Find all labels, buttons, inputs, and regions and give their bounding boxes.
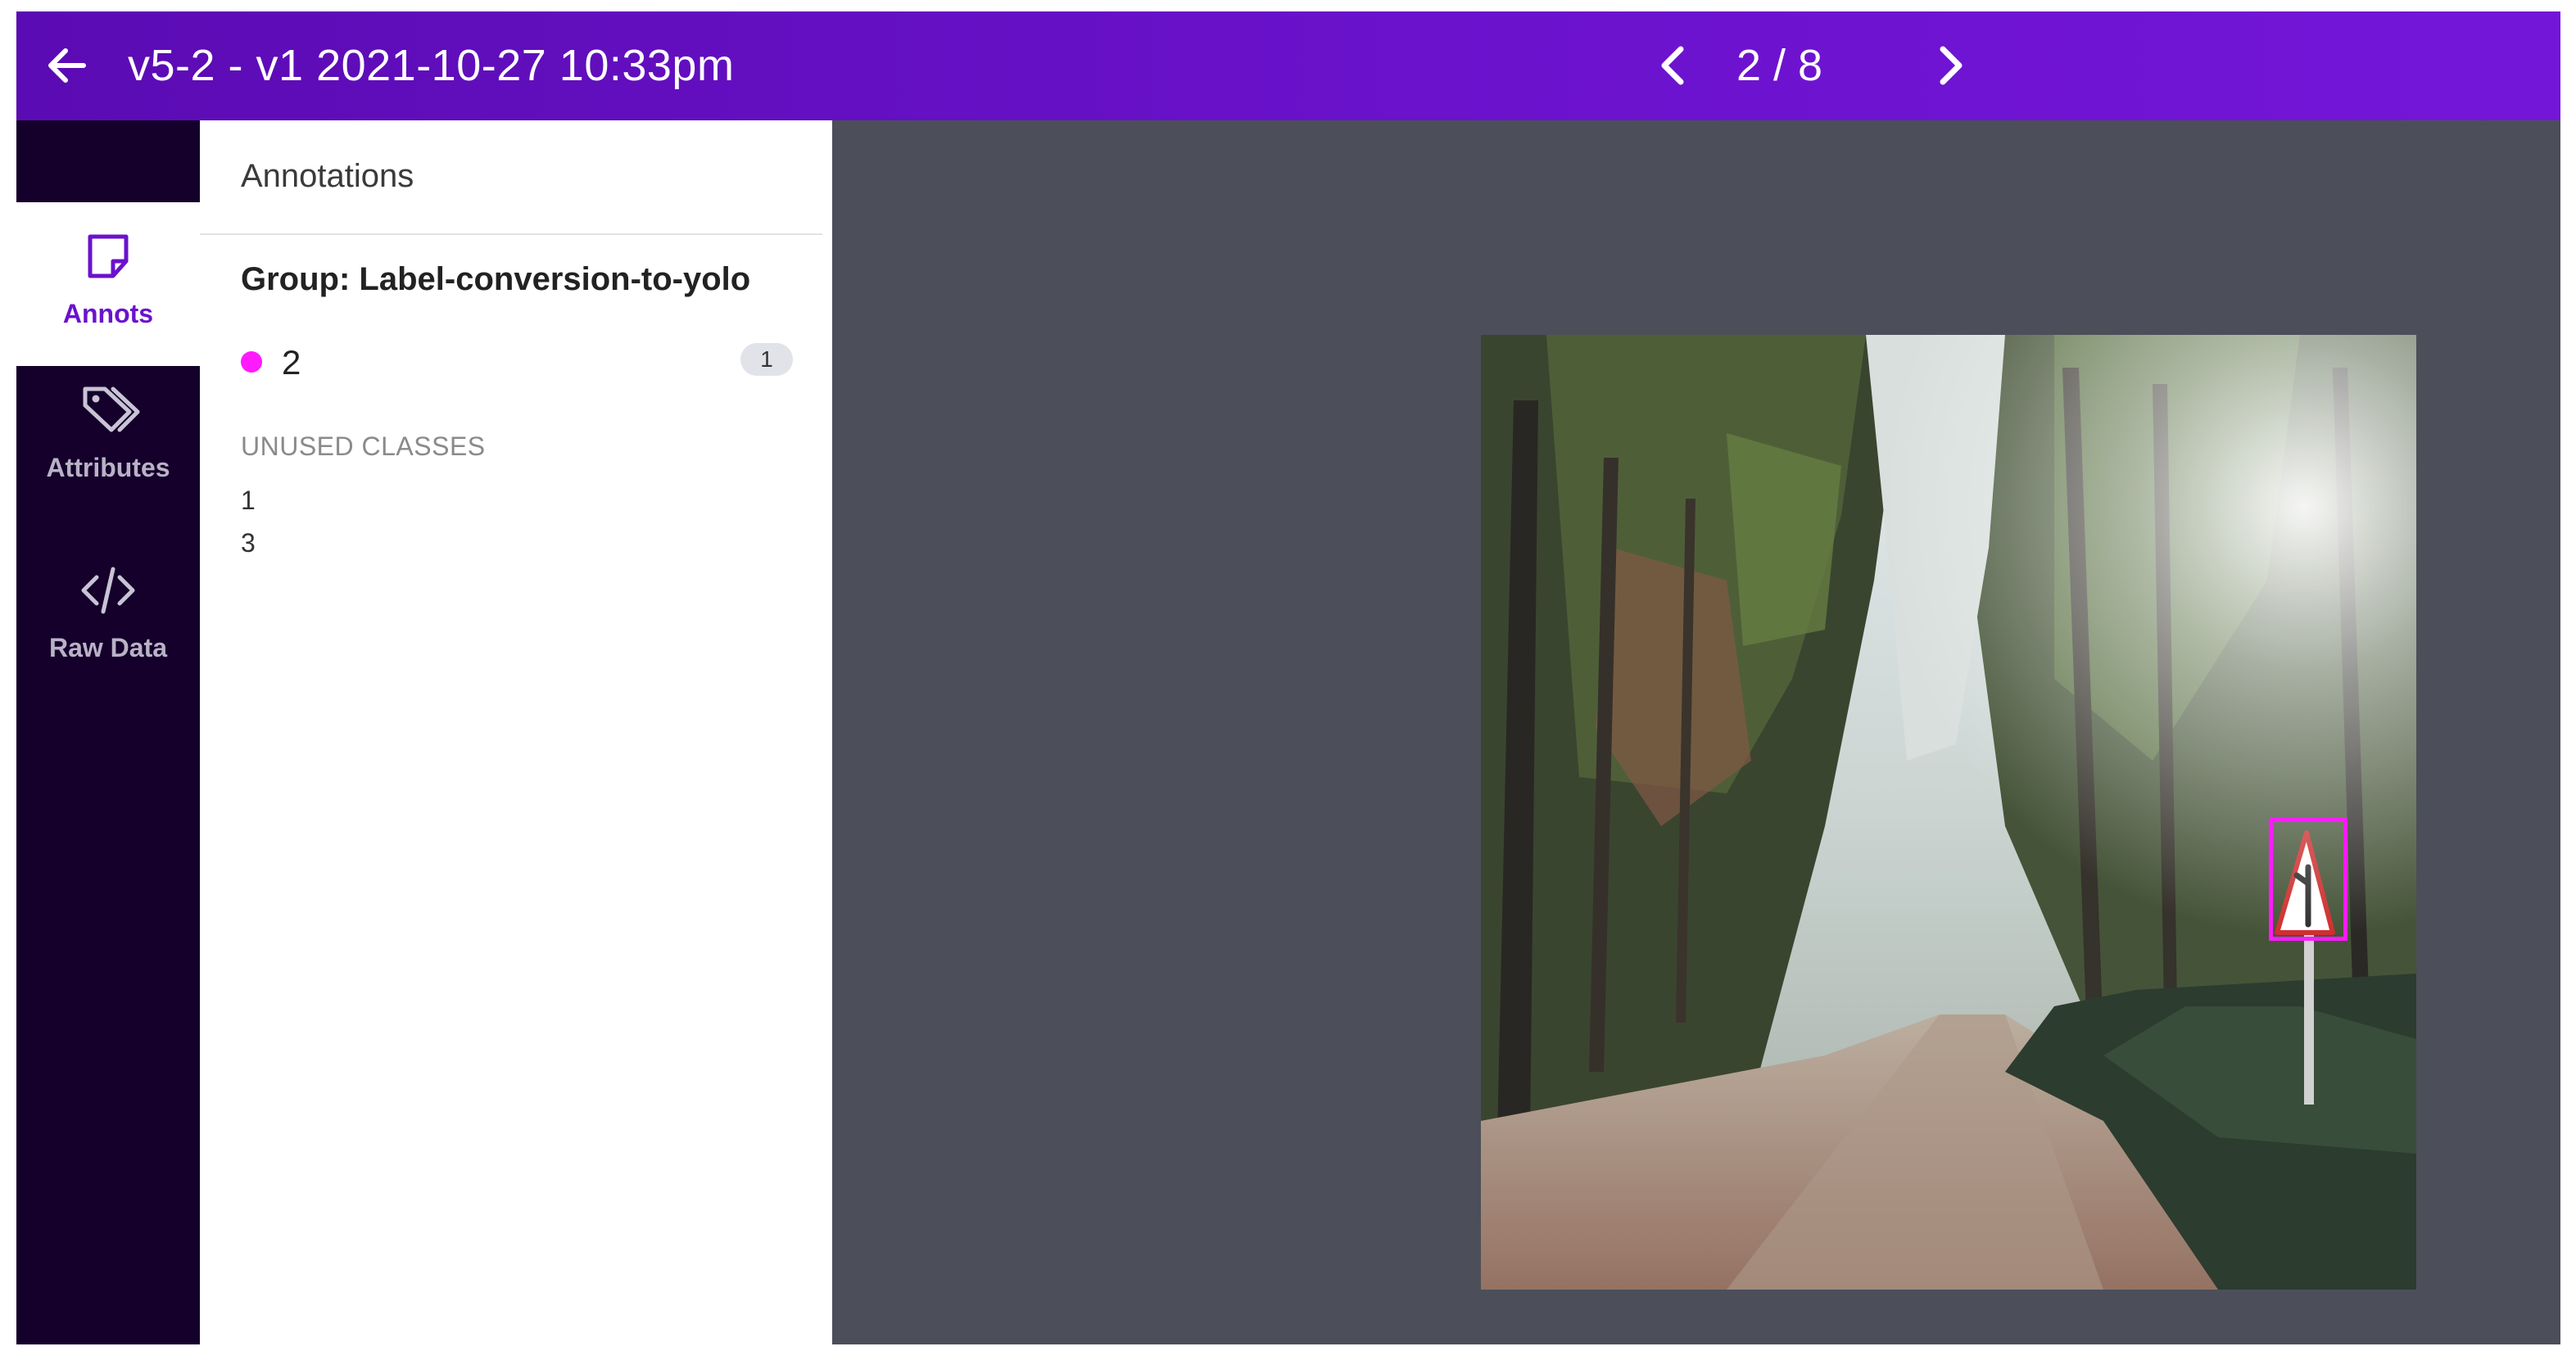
panel-header: Annotations bbox=[200, 120, 822, 235]
top-bar: v5-2 - v1 2021-10-27 10:33pm 2 / 8 bbox=[16, 11, 2560, 120]
rail-item-annots[interactable]: Annots bbox=[16, 202, 200, 366]
street-photo bbox=[1481, 335, 2416, 1290]
unused-classes-heading: UNUSED CLASSES bbox=[241, 431, 486, 461]
app-window: v5-2 - v1 2021-10-27 10:33pm 2 / 8 Annot… bbox=[16, 11, 2560, 1344]
unused-class-item[interactable]: 1 bbox=[241, 486, 256, 516]
annotated-image[interactable] bbox=[1481, 335, 2416, 1290]
rail-item-raw-data[interactable]: Raw Data bbox=[16, 554, 200, 718]
page-title: v5-2 - v1 2021-10-27 10:33pm bbox=[128, 41, 735, 90]
annotations-panel: Annotations Group: Label-conversion-to-y… bbox=[200, 120, 832, 1344]
sticky-note-icon bbox=[80, 228, 136, 284]
image-viewer bbox=[832, 120, 2560, 1344]
group-title: Group: Label-conversion-to-yolo bbox=[241, 261, 751, 297]
back-arrow-icon[interactable] bbox=[41, 39, 93, 92]
previous-image-chevron-icon[interactable] bbox=[1651, 43, 1697, 88]
rail-label-attributes: Attributes bbox=[46, 453, 170, 482]
rail-top-cap bbox=[16, 120, 200, 202]
rail-label-annots: Annots bbox=[62, 299, 154, 328]
rail-item-attributes[interactable]: Attributes bbox=[16, 374, 200, 538]
unused-class-item[interactable]: 3 bbox=[241, 528, 256, 558]
rail-label-raw-data: Raw Data bbox=[48, 633, 168, 662]
left-tool-rail: Annots Attributes Raw Data bbox=[16, 120, 200, 1344]
panel-header-title: Annotations bbox=[241, 158, 414, 194]
next-image-chevron-icon[interactable] bbox=[1926, 43, 1972, 88]
bounding-box-class-2[interactable] bbox=[2269, 818, 2347, 941]
class-color-dot bbox=[241, 351, 262, 373]
class-name: 2 bbox=[282, 343, 301, 382]
code-icon bbox=[80, 563, 136, 618]
image-counter: 2 / 8 bbox=[1736, 41, 1823, 90]
class-count-badge: 1 bbox=[740, 343, 793, 376]
tags-icon bbox=[80, 382, 140, 438]
class-row-2[interactable]: 2 1 bbox=[241, 338, 798, 387]
